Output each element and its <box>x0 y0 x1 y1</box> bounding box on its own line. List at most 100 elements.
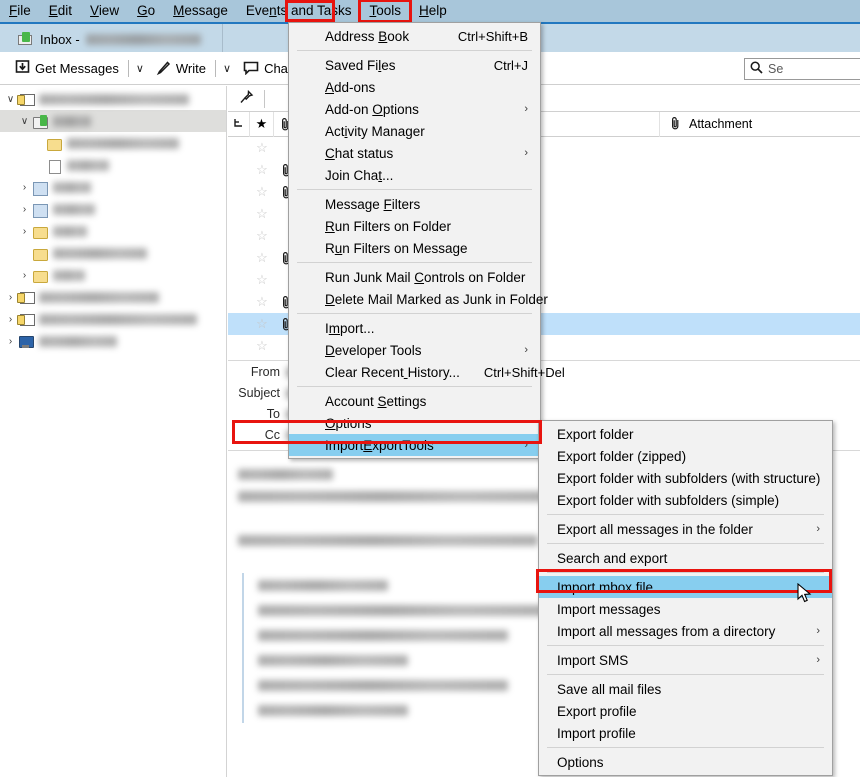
redacted-folder-label <box>39 93 189 105</box>
star-icon[interactable]: ☆ <box>250 335 274 357</box>
tools-menu-item-import[interactable]: Import... <box>289 317 540 339</box>
tools-menu-item-clear-recent-history[interactable]: Clear Recent History... Ctrl+Shift+Del <box>289 361 565 383</box>
folder-row[interactable]: › <box>0 286 226 308</box>
search-input[interactable]: Se <box>744 58 860 80</box>
tools-menu-item-activity-manager[interactable]: Activity Manager <box>289 120 540 142</box>
import-export-tools-submenu[interactable]: Export folder Export folder (zipped) Expor… <box>538 420 833 776</box>
column-star[interactable]: ★ <box>250 111 274 137</box>
folder-row[interactable]: › <box>0 220 226 242</box>
submenu-item-export-folder-zipped[interactable]: Export folder (zipped) <box>539 445 832 467</box>
star-icon[interactable]: ☆ <box>250 181 274 203</box>
menubar-item-go[interactable]: Go <box>128 1 164 21</box>
tools-menu-item-delete-mail-marked-as-junk-in-folder[interactable]: Delete Mail Marked as Junk in Folder <box>289 288 548 310</box>
search-icon <box>750 61 763 77</box>
submenu-item-export-folder[interactable]: Export folder <box>539 423 832 445</box>
submenu-item-export-all-messages-in-the-folder[interactable]: Export all messages in the folder › <box>539 518 832 540</box>
star-icon[interactable]: ☆ <box>250 247 274 269</box>
submenu-item-import-profile[interactable]: Import profile <box>539 722 832 744</box>
submenu-item-export-folder-with-subfolders-simple[interactable]: Export folder with subfolders (simple) <box>539 489 832 511</box>
tools-menu-item-separator <box>297 50 532 51</box>
submenu-item-export-profile[interactable]: Export profile <box>539 700 832 722</box>
star-icon[interactable]: ☆ <box>250 313 274 335</box>
star-icon[interactable]: ☆ <box>250 291 274 313</box>
chevron-down-icon[interactable]: ∨ <box>18 116 31 127</box>
tools-menu-item-chat-status[interactable]: Chat status › <box>289 142 540 164</box>
folder-row[interactable]: › <box>0 176 226 198</box>
get-messages-label: Get Messages <box>35 60 119 76</box>
folder-row[interactable]: › <box>0 264 226 286</box>
chevron-right-icon[interactable]: › <box>4 314 17 325</box>
submenu-item-options[interactable]: Options <box>539 751 832 773</box>
tab-inbox[interactable]: Inbox - <box>8 24 223 54</box>
menubar-item-file[interactable]: File <box>0 1 40 21</box>
folder-row[interactable]: › <box>0 308 226 330</box>
menu-item-label: Import profile <box>557 725 636 741</box>
submenu-item-import-messages[interactable]: Import messages <box>539 598 832 620</box>
tools-menu-item-developer-tools[interactable]: Developer Tools › <box>289 339 540 361</box>
folder-row[interactable] <box>0 132 226 154</box>
tools-menu-item-add-ons[interactable]: Add-ons <box>289 76 540 98</box>
menu-item-label: Saved Files <box>325 57 396 73</box>
menu-item-label: Clear Recent History... <box>325 364 460 380</box>
folder-row[interactable]: › <box>0 330 226 352</box>
tools-menu-item-address-book[interactable]: Address Book Ctrl+Shift+B <box>289 25 540 47</box>
menubar-item-tools[interactable]: Tools <box>358 0 412 23</box>
tools-menu-item-account-settings[interactable]: Account Settings <box>289 390 540 412</box>
get-messages-dropdown[interactable]: ∨ <box>131 59 149 78</box>
tools-menu-item-run-junk-mail-controls-on-folder[interactable]: Run Junk Mail Controls on Folder <box>289 266 540 288</box>
tools-menu-item-join-chat[interactable]: Join Chat... <box>289 164 540 186</box>
chat-bubble-icon <box>243 61 259 76</box>
star-icon[interactable]: ☆ <box>250 137 274 159</box>
header-label-to: To <box>266 406 280 421</box>
paperclip-icon <box>670 116 681 133</box>
folder-row[interactable]: ∨ <box>0 88 226 110</box>
tools-menu-item-add-on-options[interactable]: Add-on Options › <box>289 98 540 120</box>
tools-menu[interactable]: Address Book Ctrl+Shift+B Saved Files Ctrl+… <box>288 22 565 459</box>
submenu-item-separator <box>547 645 824 646</box>
menubar-item-view[interactable]: View <box>81 1 128 21</box>
star-icon[interactable]: ☆ <box>250 269 274 291</box>
chevron-down-icon[interactable]: ∨ <box>4 94 17 105</box>
pin-icon[interactable] <box>228 89 264 108</box>
menubar-item-help[interactable]: Help <box>410 1 456 21</box>
tools-menu-item-separator <box>297 189 532 190</box>
write-dropdown[interactable]: ∨ <box>218 59 236 78</box>
chevron-right-icon[interactable]: › <box>18 226 31 237</box>
column-attachment[interactable]: Attachment <box>660 112 860 137</box>
chevron-right-icon[interactable]: › <box>18 182 31 193</box>
menu-item-label: Account Settings <box>325 393 427 409</box>
submenu-item-search-and-export[interactable]: Search and export <box>539 547 832 569</box>
menubar-item-edit[interactable]: Edit <box>40 1 81 21</box>
star-icon[interactable]: ☆ <box>250 159 274 181</box>
write-button[interactable]: Write <box>149 58 213 79</box>
redacted-text <box>258 580 388 591</box>
chevron-right-icon[interactable]: › <box>4 336 17 347</box>
folder-row[interactable]: › <box>0 198 226 220</box>
redacted-text <box>238 468 333 480</box>
submenu-item-import-sms[interactable]: Import SMS › <box>539 649 832 671</box>
submenu-item-export-folder-with-subfolders-with-structure[interactable]: Export folder with subfolders (with stru… <box>539 467 832 489</box>
get-messages-button[interactable]: Get Messages <box>8 57 126 79</box>
star-icon[interactable]: ☆ <box>250 203 274 225</box>
folder-row[interactable] <box>0 154 226 176</box>
column-thread[interactable] <box>228 111 250 137</box>
menu-item-label: Add-on Options <box>325 101 419 117</box>
tools-menu-item-message-filters[interactable]: Message Filters <box>289 193 540 215</box>
folder-row[interactable]: ∨ <box>0 110 226 132</box>
chevron-right-icon[interactable]: › <box>4 292 17 303</box>
redacted-text <box>258 705 408 716</box>
folder-pane[interactable]: ∨ ∨ › › › › › › › <box>0 86 227 777</box>
menu-item-label: Export profile <box>557 703 637 719</box>
chevron-right-icon: › <box>524 344 528 356</box>
tools-menu-item-saved-files[interactable]: Saved Files Ctrl+J <box>289 54 540 76</box>
folder-row[interactable] <box>0 242 226 264</box>
chevron-right-icon[interactable]: › <box>18 270 31 281</box>
submenu-item-save-all-mail-files[interactable]: Save all mail files <box>539 678 832 700</box>
submenu-item-import-all-messages-from-a-directory[interactable]: Import all messages from a directory › <box>539 620 832 642</box>
tools-menu-item-run-filters-on-folder[interactable]: Run Filters on Folder <box>289 215 540 237</box>
star-icon[interactable]: ☆ <box>250 225 274 247</box>
chevron-right-icon[interactable]: › <box>18 204 31 215</box>
tools-menu-item-run-filters-on-message[interactable]: Run Filters on Message <box>289 237 540 259</box>
trash-icon <box>31 202 49 218</box>
menubar-item-message[interactable]: Message <box>164 1 237 21</box>
